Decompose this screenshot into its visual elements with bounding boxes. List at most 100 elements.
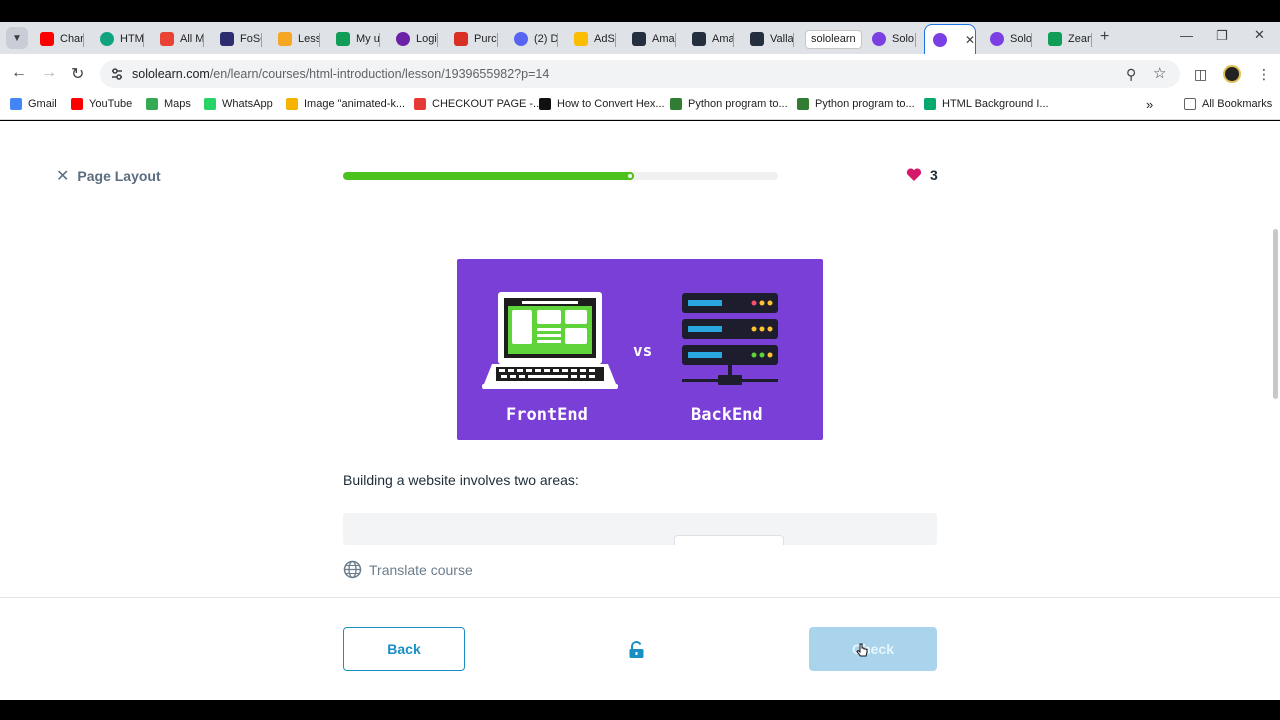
bookmark-label: WhatsApp (222, 98, 273, 110)
browser-tab[interactable]: AdSe (566, 25, 616, 53)
calendar-icon (454, 32, 468, 46)
top-black-strip (0, 0, 1280, 22)
browser-toolbar: ← → ↻ sololearn.com/en/learn/courses/htm… (0, 54, 1280, 92)
bookmark-item[interactable]: YouTube (71, 98, 132, 110)
all-bookmarks-button[interactable]: All Bookmarks (1184, 98, 1272, 110)
youtube-icon (40, 32, 54, 46)
tab-separator (733, 33, 734, 47)
tab-tooltip: sololearn (805, 30, 862, 49)
pin-icon (278, 32, 292, 46)
server-rack-icon (682, 293, 778, 385)
bookmarks-bar: Gmail YouTube Maps WhatsApp Image "animated-… (0, 92, 1280, 120)
tab-separator (203, 33, 204, 47)
forward-arrow-icon[interactable]: → (41, 64, 57, 82)
unlock-icon[interactable] (628, 641, 645, 659)
browser-tab[interactable]: Zean (1040, 25, 1092, 53)
bookmark-label: Gmail (28, 98, 57, 110)
translate-course-link[interactable]: Translate course (343, 560, 473, 579)
restore-button[interactable]: ❐ (1216, 28, 1228, 44)
close-icon: ✕ (56, 168, 70, 185)
browser-tab[interactable]: Solo (864, 25, 916, 53)
zoom-icon[interactable]: ⚲ (1126, 66, 1136, 83)
bookmark-item[interactable]: Maps (146, 98, 191, 110)
menu-dots-icon[interactable]: ⋮ (1257, 66, 1271, 83)
side-panel-icon[interactable]: ◫ (1194, 66, 1207, 83)
bookmark-item[interactable]: Gmail (10, 98, 57, 110)
close-lesson-button[interactable]: ✕ Page Layout (56, 166, 161, 186)
browser-tab[interactable]: ✕ (924, 24, 976, 54)
lives-count: 3 (930, 167, 938, 183)
tab-close-icon[interactable]: ✕ (965, 33, 975, 47)
tab-label: Solo (892, 33, 915, 45)
check-button[interactable]: Check (809, 627, 937, 671)
sololearn-icon (933, 32, 947, 47)
bookmark-favicon-icon (10, 98, 22, 110)
back-button[interactable]: Back (343, 627, 465, 671)
browser-tab[interactable]: FoSC (212, 25, 262, 53)
fosc-icon (220, 32, 234, 46)
bookmark-label: How to Convert Hex... (557, 98, 665, 110)
lesson-footer: Back Check (0, 597, 1280, 700)
minimize-button[interactable]: — (1180, 28, 1193, 43)
heart-icon (906, 168, 922, 181)
window-close-button[interactable]: ✕ (1254, 27, 1265, 43)
address-bar[interactable]: sololearn.com/en/learn/courses/html-intr… (100, 60, 1180, 88)
backend-label: BackEnd (691, 405, 763, 425)
answer-slot[interactable] (674, 535, 784, 545)
bookmark-favicon-icon (924, 98, 936, 110)
new-tab-button[interactable]: + (1100, 28, 1109, 46)
tab-label: All M (180, 33, 204, 45)
globe-icon (343, 560, 362, 579)
tab-label: Less (298, 33, 320, 45)
bookmark-label: Image "animated-k... (304, 98, 406, 110)
back-arrow-icon[interactable]: ← (11, 64, 27, 82)
tab-label: FoSC (240, 33, 262, 45)
tab-separator (261, 33, 262, 47)
browser-tab[interactable]: Solo (982, 25, 1032, 53)
bookmark-item[interactable]: Python program to... (797, 98, 915, 110)
browser-tab[interactable]: (2) D (506, 25, 558, 53)
browser-tab[interactable]: Less (270, 25, 320, 53)
tab-label: Solo (1010, 33, 1032, 45)
bookmark-item[interactable]: Image "animated-k... (286, 98, 405, 110)
browser-tab[interactable]: My u (328, 25, 380, 53)
browser-tab[interactable]: Purc (446, 25, 498, 53)
tab-search-button[interactable]: ▼ (6, 27, 28, 49)
browser-tab[interactable]: Char (32, 25, 84, 53)
bookmark-item[interactable]: Python program to... (670, 98, 788, 110)
mouse-cursor-icon (856, 643, 868, 657)
browser-tab[interactable]: HTM (92, 25, 144, 53)
tab-label: (2) D (534, 33, 558, 45)
reload-icon[interactable]: ↻ (71, 64, 84, 84)
bookmark-label: Python program to... (688, 98, 788, 110)
tab-separator (915, 33, 916, 47)
bookmark-star-icon[interactable]: ☆ (1153, 64, 1166, 82)
site-settings-icon[interactable] (110, 67, 124, 81)
bookmark-item[interactable]: CHECKOUT PAGE -... (414, 98, 542, 110)
url-path: /en/learn/courses/html-introduction/less… (209, 67, 550, 81)
bookmark-favicon-icon (71, 98, 83, 110)
sololearn-icon (990, 32, 1004, 46)
bookmark-label: Python program to... (815, 98, 915, 110)
browser-tab[interactable]: Valla (742, 25, 794, 53)
url-host: sololearn.com (132, 67, 210, 81)
browser-tab[interactable]: Logi (388, 25, 438, 53)
browser-tab[interactable]: Ama (624, 25, 676, 53)
bookmark-item[interactable]: HTML Background I... (924, 98, 1049, 110)
browser-tab[interactable]: All M (152, 25, 204, 53)
profile-avatar[interactable] (1223, 65, 1241, 83)
folder-icon (1184, 98, 1196, 110)
bookmarks-overflow-icon[interactable]: » (1146, 97, 1153, 112)
page-scrollbar[interactable] (1273, 229, 1278, 399)
tab-separator (1031, 33, 1032, 47)
bookmark-item[interactable]: WhatsApp (204, 98, 273, 110)
lesson-intro-text: Building a website involves two areas: (343, 472, 579, 488)
lives-counter: 3 (906, 167, 938, 183)
sheets-icon (1048, 32, 1062, 46)
bookmark-item[interactable]: How to Convert Hex... (539, 98, 665, 110)
amazon-icon (692, 32, 706, 46)
bottom-black-strip (0, 700, 1280, 720)
bookmark-favicon-icon (539, 98, 551, 110)
browser-tab[interactable]: Ama (684, 25, 734, 53)
bookmark-favicon-icon (414, 98, 426, 110)
